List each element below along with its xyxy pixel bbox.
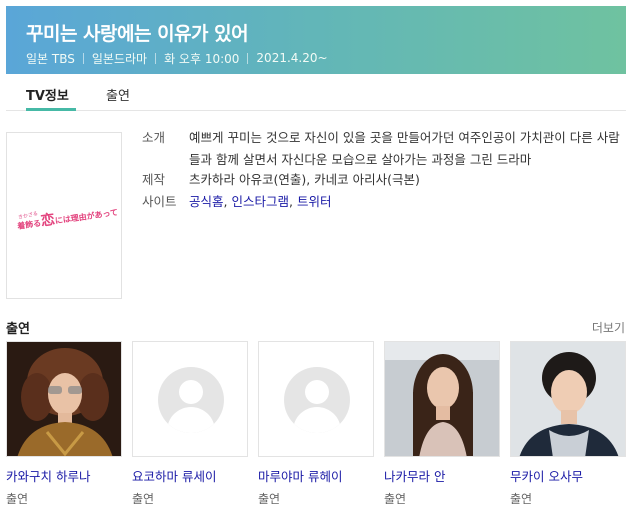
cast-photo[interactable] [384, 341, 500, 457]
cast-name[interactable]: 무카이 오사무 [510, 466, 626, 485]
cast-card[interactable]: 마루야마 류헤이 출연 [258, 341, 374, 507]
synopsis-text: 예쁘게 꾸미는 것으로 자신이 있을 곳을 만들어가던 여주인공이 가치관이 다… [189, 130, 620, 167]
cast-role: 출연 [258, 492, 281, 506]
cast-photo-illustration [511, 342, 625, 456]
program-title[interactable]: 꾸미는 사랑에는 이유가 있어 [26, 19, 249, 46]
cast-role: 출연 [384, 492, 407, 506]
cast-photo[interactable] [510, 341, 626, 457]
poster-logo-post: には理由があって [54, 207, 119, 226]
cast-name[interactable]: 카와구치 하루나 [6, 466, 122, 485]
site-link-official[interactable]: 공식홈 [189, 194, 224, 209]
site-separator: , [223, 194, 228, 209]
profile-placeholder-icon [158, 367, 224, 433]
meta-genre: 일본드라마 [91, 51, 148, 66]
meta-airtime: 화 오후 10:00 [164, 51, 240, 66]
meta-divider [82, 52, 84, 64]
meta-divider [247, 52, 249, 64]
tab-tv-info[interactable]: TV정보 [26, 85, 69, 104]
cast-name[interactable]: 나카무라 안 [384, 466, 500, 485]
site-label: 사이트 [142, 194, 177, 209]
cast-card[interactable]: 카와구치 하루나 출연 [6, 341, 122, 507]
production-text: 츠카하라 아유코(연출), 카네코 아리사(극본) [189, 172, 420, 187]
site-separator: , [289, 194, 293, 209]
tab-cast[interactable]: 출연 [106, 85, 130, 104]
cast-photo[interactable] [6, 341, 122, 457]
production-label: 제작 [142, 172, 166, 187]
cast-card[interactable]: 요코하마 류세이 출연 [132, 341, 248, 507]
cast-name[interactable]: 마루야마 류헤이 [258, 466, 374, 485]
site-link-twitter[interactable]: 트위터 [297, 194, 332, 209]
cast-photo-placeholder[interactable] [132, 341, 248, 457]
cast-role: 출연 [6, 492, 29, 506]
meta-divider [155, 52, 157, 64]
meta-broadcaster: 일본 TBS [26, 51, 75, 66]
site-link-instagram[interactable]: 인스타그램 [231, 194, 289, 209]
site-links: 공식홈, 인스타그램, 트위터 [189, 191, 622, 213]
program-header: 꾸미는 사랑에는 이유가 있어 일본 TBS 일본드라마 화 오후 10:00 … [6, 6, 626, 74]
cast-photo-illustration [385, 342, 499, 456]
cast-section-title: 출연 [6, 322, 30, 337]
cast-photo-placeholder[interactable] [258, 341, 374, 457]
cast-role: 출연 [132, 492, 155, 506]
poster-image[interactable]: きかざる 着飾る 恋 には理由があって [6, 132, 122, 299]
poster-logo-pre: 着飾る [16, 218, 42, 231]
cast-name[interactable]: 요코하마 류세이 [132, 466, 248, 485]
cast-card[interactable]: 나카무라 안 출연 [384, 341, 500, 507]
program-meta: 일본 TBS 일본드라마 화 오후 10:00 2021.4.20~ [26, 50, 328, 66]
cast-more-link[interactable]: 더보기 [592, 319, 625, 336]
meta-start-date: 2021.4.20~ [256, 51, 328, 65]
cast-card[interactable]: 무카이 오사무 출연 [510, 341, 626, 507]
synopsis-label: 소개 [142, 130, 166, 145]
tab-bar: TV정보 출연 [6, 74, 626, 111]
cast-role: 출연 [510, 492, 533, 506]
poster-logo: 着飾る 恋 には理由があって [16, 200, 119, 234]
active-tab-indicator [26, 108, 76, 111]
cast-photo-illustration [7, 342, 121, 456]
poster-logo-big: 恋 [39, 211, 56, 230]
profile-placeholder-icon [284, 367, 350, 433]
